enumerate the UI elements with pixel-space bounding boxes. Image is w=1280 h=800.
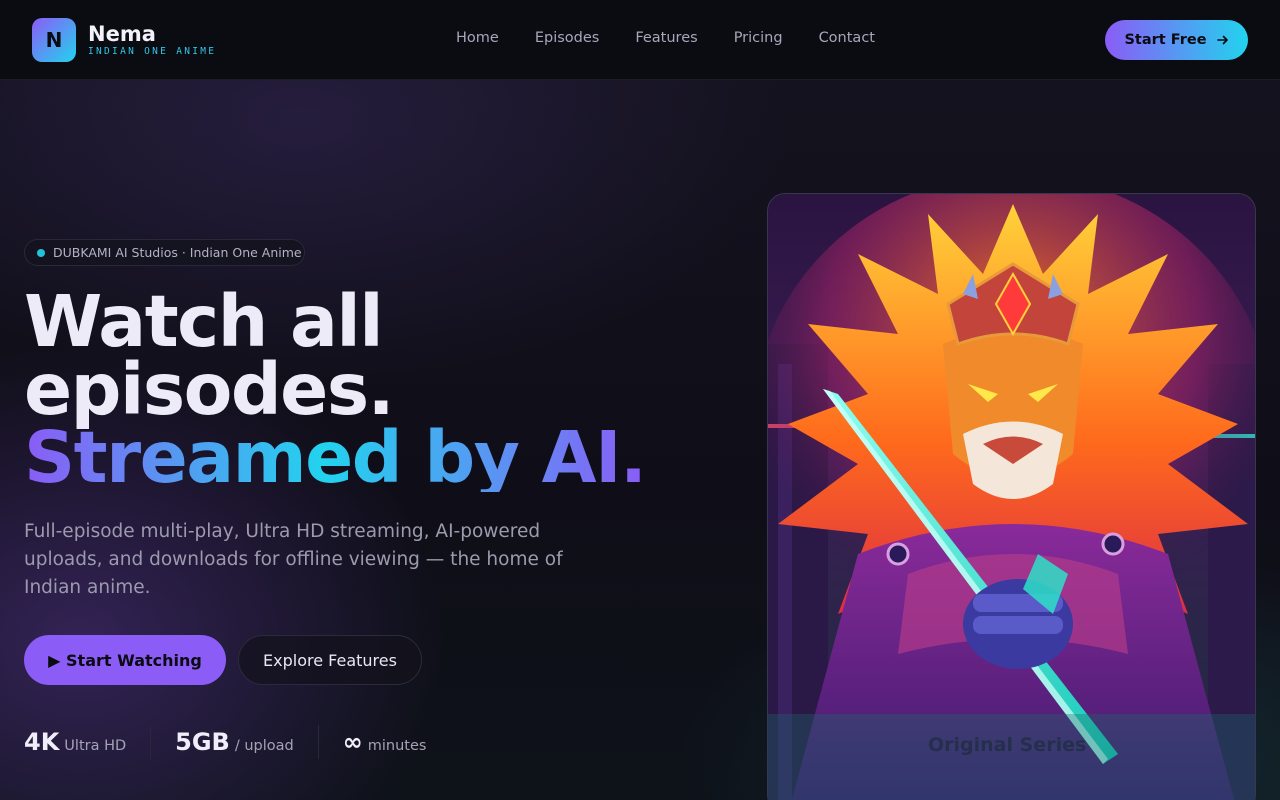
- nav-link-episodes[interactable]: Episodes: [535, 30, 600, 46]
- art-caption: Original Series: [928, 734, 1087, 756]
- arrow-right-icon: [1216, 35, 1228, 45]
- stat-value: 4K: [24, 728, 60, 756]
- status-dot-icon: [37, 248, 45, 257]
- start-watching-button[interactable]: ▶ Start Watching: [24, 635, 226, 685]
- stat-minutes: ∞ minutes: [343, 728, 427, 756]
- studio-badge-text: DUBKAMI AI Studios · Indian One Anime: [53, 245, 302, 260]
- headline-line-2: episodes.: [24, 348, 395, 431]
- stat-upload: 5GB / upload: [175, 728, 294, 756]
- stat-resolution: 4K Ultra HD: [24, 728, 126, 756]
- hero-subtext: Full-episode multi-play, Ultra HD stream…: [24, 521, 563, 598]
- stats-row: 4K Ultra HD 5GB / upload ∞ minutes: [24, 725, 426, 759]
- lion-warrior-artwork: [768, 194, 1255, 800]
- nav-links: Home Episodes Features Pricing Contact: [456, 30, 911, 46]
- brand-tagline: INDIAN ONE ANIME: [88, 46, 217, 57]
- stat-value: ∞: [342, 728, 363, 756]
- brand-name: Nema: [88, 22, 156, 46]
- nav-link-home[interactable]: Home: [456, 30, 499, 46]
- headline-line-3: Streamed by AI.: [24, 416, 647, 499]
- studio-badge: DUBKAMI AI Studios · Indian One Anime: [24, 239, 305, 266]
- stat-label: Ultra HD: [64, 738, 127, 754]
- stat-label: / upload: [234, 738, 294, 754]
- stat-divider: [150, 725, 152, 759]
- nav-link-features[interactable]: Features: [635, 30, 697, 46]
- nav-link-pricing[interactable]: Pricing: [734, 30, 783, 46]
- stat-divider: [317, 725, 319, 759]
- hero-headline: Watch all episodes. Streamed by AI.: [24, 280, 647, 499]
- start-free-button[interactable]: Start Free: [1105, 20, 1248, 60]
- brand-logo[interactable]: N: [32, 18, 76, 62]
- start-free-label: Start Free: [1124, 32, 1207, 48]
- headline-line-1: Watch all: [24, 280, 384, 363]
- top-navigation: N Nema INDIAN ONE ANIME Home Episodes Fe…: [0, 0, 1280, 80]
- hero-artwork-card: Original Series: [767, 193, 1256, 800]
- explore-features-button[interactable]: Explore Features: [238, 635, 422, 685]
- stat-label: minutes: [367, 738, 427, 754]
- nav-link-contact[interactable]: Contact: [819, 30, 875, 46]
- stat-value: 5GB: [175, 728, 230, 756]
